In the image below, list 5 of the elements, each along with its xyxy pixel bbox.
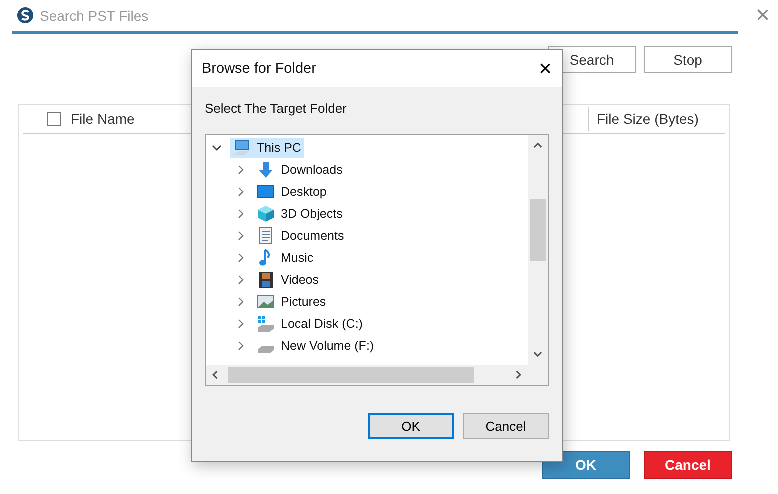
column-header: File Size (Bytes)	[597, 111, 699, 127]
prompt-text: Select The Target Folder	[205, 101, 348, 118]
window-title: Search PST Files	[40, 8, 149, 24]
dialog-title: Browse for Folder	[202, 60, 316, 76]
column-header: File Name	[71, 111, 135, 127]
